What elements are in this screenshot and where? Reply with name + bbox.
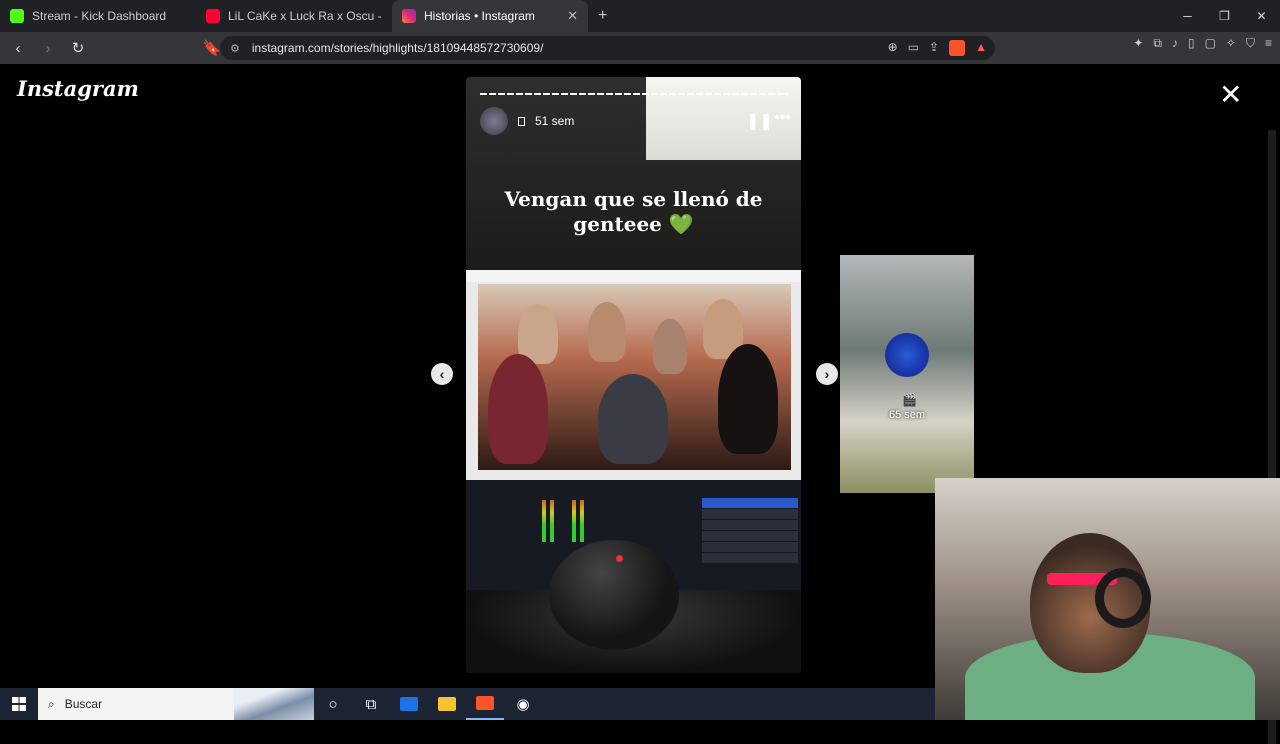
new-tab-button[interactable]: +: [588, 7, 617, 25]
person: [488, 354, 548, 464]
webcam-overlay: [935, 478, 1280, 720]
person: [718, 344, 778, 454]
taskbar-search[interactable]: ⌕ Buscar: [38, 688, 314, 720]
obs-control: [702, 520, 798, 530]
music-icon[interactable]: ♪: [1172, 36, 1178, 51]
mail-icon[interactable]: [390, 688, 428, 720]
next-story-preview[interactable]: 🎬 65 sem: [840, 255, 974, 493]
brave-rewards-icon[interactable]: ▲: [975, 40, 987, 56]
sidebar-icon[interactable]: ▯: [1188, 36, 1195, 51]
share-icon[interactable]: ⇪: [929, 40, 939, 56]
screenshot-icon[interactable]: ⧉: [1153, 36, 1162, 51]
cast-icon[interactable]: ▭: [908, 40, 919, 56]
group-photo: [478, 284, 791, 470]
story-caption: Vengan que se llenó de genteee 💚: [504, 187, 763, 236]
tab-title: LiL CaKe x Luck Ra x Oscu - STAR: [228, 9, 382, 23]
folder-glyph: [438, 697, 456, 711]
address-bar[interactable]: ⚙ instagram.com/stories/highlights/18109…: [220, 36, 995, 60]
tab-strip: Stream - Kick Dashboard LiL CaKe x Luck …: [0, 0, 1280, 32]
person: [588, 302, 626, 362]
story-header: 51 sem ❚❚ •••: [480, 107, 791, 135]
obs-controls: [702, 498, 798, 564]
brave-glyph: [476, 696, 494, 710]
person: [598, 374, 668, 464]
avatar[interactable]: [480, 107, 508, 135]
task-view-icon[interactable]: ⧉: [352, 688, 390, 720]
wallet-icon[interactable]: ▢: [1205, 36, 1216, 51]
monitor-menu-bar: [466, 270, 801, 282]
taskbar: ⌕ Buscar ○ ⧉ ◉: [0, 688, 935, 720]
start-button[interactable]: [0, 688, 38, 720]
brave-shields-icon[interactable]: [949, 40, 966, 56]
tab-title: Historias • Instagram: [424, 9, 535, 23]
tab-title: Stream - Kick Dashboard: [32, 9, 167, 23]
site-info-icon[interactable]: ⚙: [230, 42, 240, 55]
url-text: instagram.com/stories/highlights/1810944…: [251, 41, 544, 55]
tab-instagram[interactable]: Historias • Instagram ✕: [392, 0, 588, 32]
obs-control: [702, 509, 798, 519]
zoom-icon[interactable]: ⊕: [888, 40, 898, 56]
story-progress-remaining: [724, 93, 788, 95]
instagram-icon: [402, 9, 416, 23]
obs-control: [702, 542, 798, 552]
window-controls: ─ ❐ ✕: [1169, 0, 1280, 32]
leo-icon[interactable]: ✧: [1226, 36, 1236, 51]
headphones: [1095, 568, 1151, 628]
previous-story-button[interactable]: ‹: [431, 363, 453, 385]
obs-control: [702, 498, 798, 508]
obs-control: [702, 531, 798, 541]
brave-browser-icon[interactable]: [466, 688, 504, 720]
story-viewer[interactable]: 51 sem ❚❚ ••• Vengan que se llenó de gen…: [466, 77, 801, 673]
file-explorer-icon[interactable]: [428, 688, 466, 720]
extensions-bar: ✦ ⧉ ♪ ▯ ▢ ✧ ⛉ ≡: [1133, 36, 1272, 51]
tab-kick[interactable]: Stream - Kick Dashboard: [0, 0, 196, 32]
extensions-icon[interactable]: ✦: [1133, 36, 1143, 51]
cortana-icon[interactable]: ○: [314, 688, 352, 720]
search-icon: ⌕: [48, 696, 55, 711]
close-window-icon[interactable]: ✕: [1243, 0, 1280, 32]
navigation-bar: ‹ › ↻ 🔖 ⚙ instagram.com/stories/highligh…: [0, 32, 1280, 64]
obs-icon[interactable]: ◉: [504, 688, 542, 720]
obs-control: [702, 553, 798, 563]
more-options-icon[interactable]: •••: [774, 109, 791, 127]
kick-icon: [10, 9, 24, 23]
obs-meter: [542, 500, 546, 542]
clapperboard-icon: 🎬: [902, 393, 917, 407]
reload-icon[interactable]: ↻: [66, 39, 90, 57]
highlight-icon: [518, 116, 525, 126]
search-highlight-image: [234, 688, 314, 720]
story-time: 51 sem: [535, 114, 575, 128]
obs-meter: [580, 500, 584, 542]
mail-glyph: [400, 697, 418, 711]
search-label: Buscar: [64, 697, 103, 711]
next-story-time: 65 sem: [888, 409, 926, 421]
windows-icon: [12, 697, 26, 711]
next-story-avatar: [885, 333, 929, 377]
youtube-icon: [206, 9, 220, 23]
pause-icon[interactable]: ❚❚: [746, 111, 773, 131]
vpn-icon[interactable]: ⛉: [1246, 36, 1255, 51]
instagram-logo[interactable]: Instagram: [17, 76, 139, 101]
story-monitor-image: [466, 270, 801, 480]
minimize-icon[interactable]: ─: [1169, 0, 1206, 32]
next-story-button[interactable]: ›: [816, 363, 838, 385]
webcam-object: [549, 540, 679, 650]
person: [653, 319, 687, 374]
close-tab-icon[interactable]: ✕: [567, 8, 578, 24]
menu-icon[interactable]: ≡: [1265, 36, 1272, 51]
restore-icon[interactable]: ❐: [1206, 0, 1243, 32]
obs-meter: [572, 500, 576, 542]
url-actions: ⊕ ▭ ⇪ ▲: [888, 40, 987, 56]
tab-youtube[interactable]: LiL CaKe x Luck Ra x Oscu - STAR: [196, 0, 392, 32]
forward-icon[interactable]: ›: [36, 40, 60, 57]
obs-meter: [550, 500, 554, 542]
back-icon[interactable]: ‹: [6, 40, 30, 57]
close-stories-button[interactable]: ✕: [1219, 81, 1242, 109]
webcam-light: [616, 555, 623, 562]
